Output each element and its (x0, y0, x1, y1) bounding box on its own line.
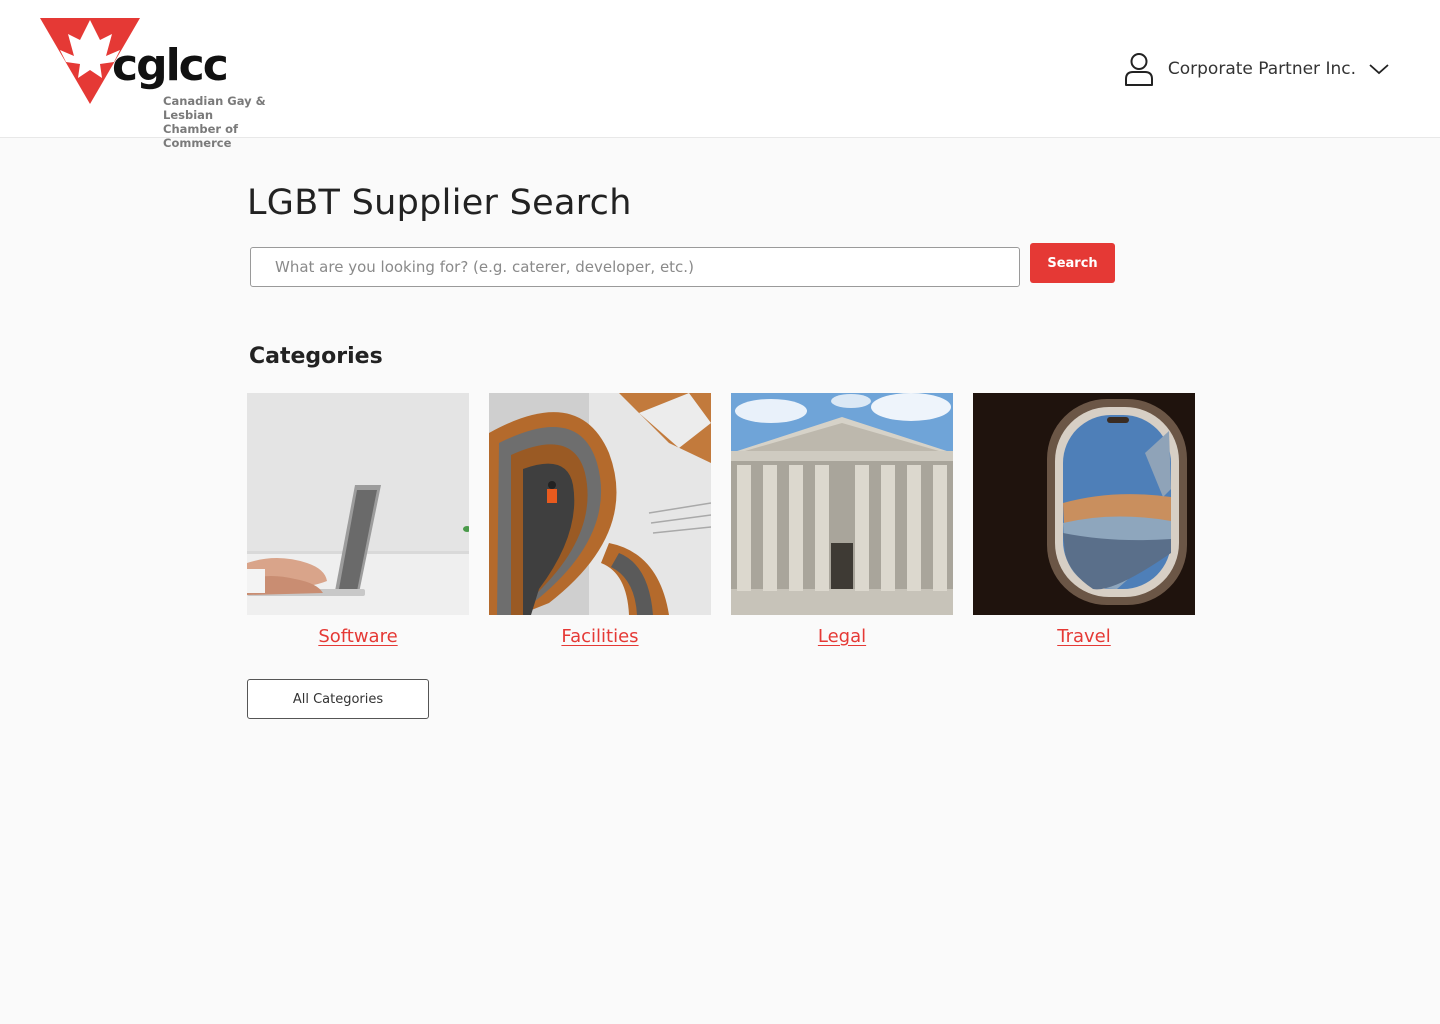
logo-subtitle-line2: Chamber of Commerce (163, 122, 238, 150)
category-grid: Software Facilities Legal Travel (247, 393, 1195, 653)
category-link-facilities[interactable]: Facilities (489, 626, 711, 647)
logo-subtitle: Canadian Gay & Lesbian Chamber of Commer… (163, 94, 300, 150)
legal-image[interactable] (731, 393, 953, 615)
category-link-travel[interactable]: Travel (973, 626, 1195, 647)
category-card-travel[interactable]: Travel (973, 393, 1195, 647)
user-icon (1124, 53, 1153, 86)
all-categories-button[interactable]: All Categories (247, 679, 429, 719)
facilities-image[interactable] (489, 393, 711, 615)
top-header: cglcc Canadian Gay & Lesbian Chamber of … (0, 0, 1440, 150)
categories-heading: Categories (249, 344, 383, 369)
search-button[interactable]: Search (1030, 243, 1115, 283)
cglcc-logo[interactable]: cglcc Canadian Gay & Lesbian Chamber of … (40, 18, 300, 150)
main-content: LGBT Supplier Search Search Categories S… (247, 178, 1195, 719)
user-name: Corporate Partner Inc. (1167, 59, 1356, 79)
logo-subtitle-line1: Canadian Gay & Lesbian (163, 94, 266, 122)
category-link-software[interactable]: Software (247, 626, 469, 647)
travel-image[interactable] (973, 393, 1195, 615)
search-input[interactable] (250, 247, 1020, 287)
category-card-software[interactable]: Software (247, 393, 469, 647)
software-image[interactable] (247, 393, 469, 615)
category-card-legal[interactable]: Legal (731, 393, 953, 647)
category-link-legal[interactable]: Legal (731, 626, 953, 647)
logo-wordmark: cglcc (112, 40, 229, 91)
category-card-facilities[interactable]: Facilities (489, 393, 711, 647)
chevron-down-icon[interactable] (1368, 62, 1390, 76)
user-menu[interactable]: Corporate Partner Inc. (1124, 50, 1390, 88)
page-title: LGBT Supplier Search (247, 183, 632, 223)
search-bar: Search (250, 243, 1118, 287)
